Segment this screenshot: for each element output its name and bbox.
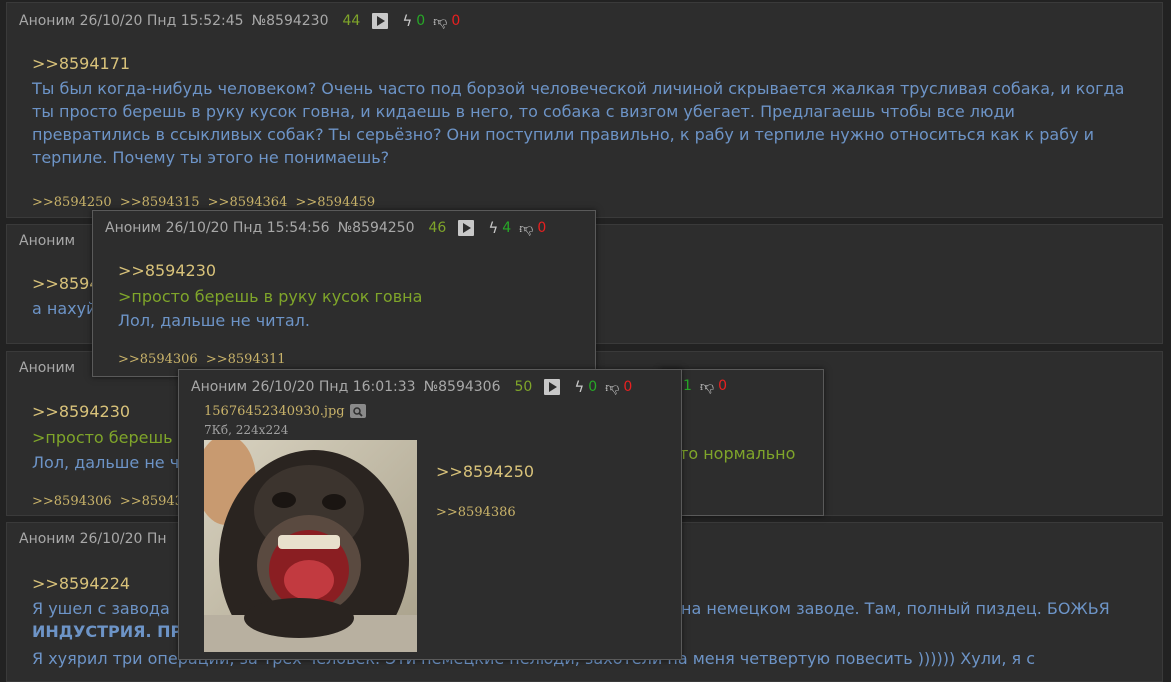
dislike-icon[interactable]: 👎︎ xyxy=(519,220,533,237)
like-icon[interactable]: ϟ xyxy=(574,378,584,396)
post-header: Аноним 26/10/20 Пнд 16:01:33 №8594306 50… xyxy=(191,377,632,397)
post-text-part: на немецком заводе. Там, полный пиздец. … xyxy=(681,599,1110,618)
post-text: Лол, дальше не читал. xyxy=(118,311,310,330)
laughing-chimpanzee-icon xyxy=(204,440,417,652)
post-header: Аноним xyxy=(19,231,75,251)
greentext: >просто берешь xyxy=(32,428,173,447)
like-icon[interactable]: ϟ xyxy=(402,12,412,30)
post-number[interactable]: №8594306 xyxy=(424,379,501,395)
post-text-tail: то нормально xyxy=(679,444,796,463)
post-author: Аноним xyxy=(191,379,248,395)
post-preview-8594250: Аноним 26/10/20 Пнд 15:54:56 №8594250 46… xyxy=(92,210,596,377)
like-icon[interactable]: ϟ xyxy=(488,219,498,237)
post-number[interactable]: №8594250 xyxy=(338,220,415,236)
post-author: Аноним xyxy=(19,360,76,376)
post-header: Аноним xyxy=(19,358,75,378)
post-header: Аноним 26/10/20 Пнд 15:54:56 №8594250 46… xyxy=(105,218,546,238)
reply-link[interactable]: >>8594171 xyxy=(32,54,130,73)
post-text: Ты был когда-нибудь человеком? Очень час… xyxy=(32,79,1125,167)
post-count: 44 xyxy=(342,13,361,29)
dislike-count: 0 xyxy=(623,379,633,395)
post-count: 50 xyxy=(514,379,533,395)
dislike-icon[interactable]: 👎︎ xyxy=(700,378,714,395)
dislike-count: 0 xyxy=(537,220,547,236)
ref-link[interactable]: >>8594459 xyxy=(295,195,375,210)
dislike-icon[interactable]: 👎︎ xyxy=(433,13,447,30)
ref-link[interactable]: >>8594311 xyxy=(206,352,286,367)
reply-link[interactable]: >>8594230 xyxy=(118,261,216,280)
like-count: 0 xyxy=(588,379,598,395)
post-preview-background: 1 👎︎ 0 то нормально xyxy=(660,369,824,516)
post-refs: >>8594306 >>8594311 xyxy=(118,352,290,367)
post-date: 26/10/20 Пнд 15:52:45 xyxy=(79,13,244,29)
ref-link[interactable]: >>8594315 xyxy=(120,195,200,210)
post-date: 26/10/20 Пнд 15:54:56 xyxy=(165,220,330,236)
play-icon[interactable] xyxy=(458,220,475,236)
dislike-count: 0 xyxy=(451,13,461,29)
ref-link[interactable]: >>8594386 xyxy=(436,505,516,520)
like-count: 1 xyxy=(683,378,692,394)
reply-link[interactable]: >>8594230 xyxy=(32,402,130,421)
post-preview-8594306: Аноним 26/10/20 Пнд 16:01:33 №8594306 50… xyxy=(178,369,682,660)
post-refs: >>8594250 >>8594315 >>8594364 >>8594459 xyxy=(32,195,379,210)
dislike-count: 0 xyxy=(718,378,728,394)
post-count: 46 xyxy=(428,220,447,236)
reply-link[interactable]: >>8594 xyxy=(32,274,100,293)
reply-link[interactable]: >>8594250 xyxy=(436,462,534,481)
reply-link[interactable]: >>8594224 xyxy=(32,574,130,593)
ref-link[interactable]: >>8594306 xyxy=(32,494,112,509)
like-count: 4 xyxy=(502,220,512,236)
post-text: а нахуй xyxy=(32,299,97,318)
post-8594230: Аноним 26/10/20 Пнд 15:52:45 №8594230 44… xyxy=(6,2,1163,218)
search-icon[interactable] xyxy=(350,404,366,418)
post-image[interactable] xyxy=(204,440,417,652)
post-author: Аноним xyxy=(19,531,76,547)
post-author: Аноним xyxy=(105,220,162,236)
post-date: 26/10/20 Пнд 16:01:33 xyxy=(251,379,416,395)
post-date: 26/10/20 Пн xyxy=(79,531,167,547)
post-header-partial: 1 👎︎ 0 xyxy=(683,376,727,396)
post-author: Аноним xyxy=(19,13,76,29)
post-author: Аноним xyxy=(19,233,76,249)
greentext: >просто берешь в руку кусок говна xyxy=(118,287,423,306)
dislike-icon[interactable]: 👎︎ xyxy=(605,379,619,396)
post-text: Лол, дальше не ч xyxy=(32,453,180,472)
ref-link[interactable]: >>8594306 xyxy=(118,352,198,367)
post-refs: >>8594386 xyxy=(436,505,520,520)
post-header: Аноним 26/10/20 Пнд 15:52:45 №8594230 44… xyxy=(19,11,460,31)
post-text-bold: ИНДУСТРИЯ. ПР xyxy=(32,622,183,641)
file-name[interactable]: 15676452340930.jpg xyxy=(204,404,345,419)
play-icon[interactable] xyxy=(372,13,389,29)
file-meta: 7Кб, 224x224 xyxy=(204,423,289,437)
ref-link[interactable]: >>8594364 xyxy=(208,195,288,210)
post-header: Аноним 26/10/20 Пн xyxy=(19,529,167,549)
post-number[interactable]: №8594230 xyxy=(252,13,329,29)
play-icon[interactable] xyxy=(544,379,561,395)
ref-link[interactable]: >>8594250 xyxy=(32,195,112,210)
post-text-part: Я ушел с завода xyxy=(32,599,170,618)
like-count: 0 xyxy=(416,13,426,29)
